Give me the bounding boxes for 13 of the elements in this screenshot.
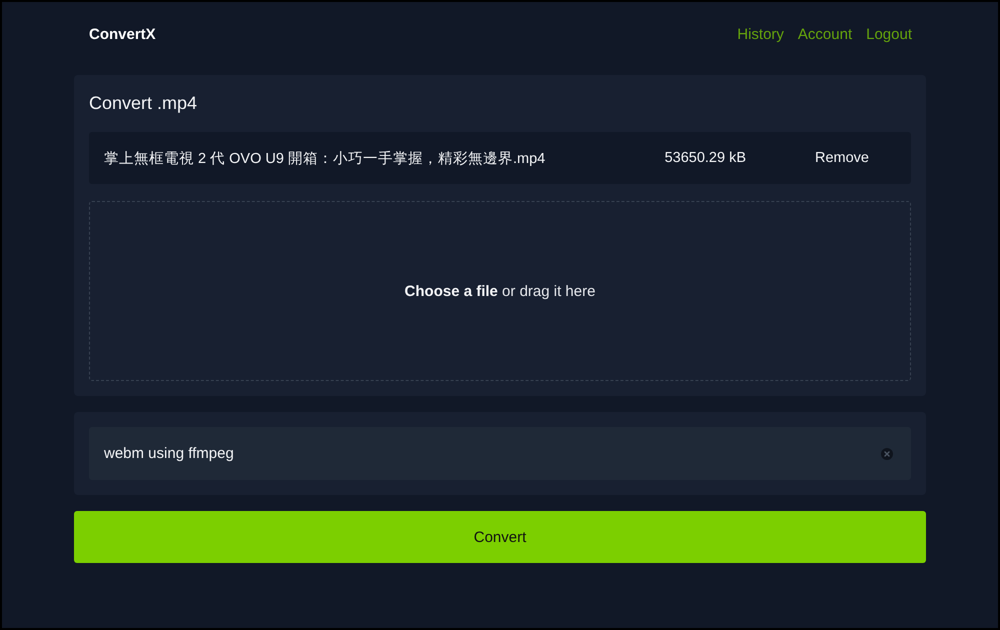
nav-link[interactable]: Logout [866, 26, 912, 42]
drop-zone-text: Choose a file or drag it here [404, 282, 596, 300]
remove-button[interactable]: Remove [801, 146, 883, 170]
clear-icon[interactable] [881, 448, 893, 460]
panel-title: Convert .mp4 [89, 92, 198, 115]
nav-link[interactable]: History [737, 26, 784, 42]
file-name: 掌上無框電視 2 代 OVO U9 開箱：小巧一手掌握，精彩無邊界.mp4 [104, 150, 546, 168]
nav-link[interactable]: Account [798, 26, 852, 42]
file-size: 53650.29 kB [664, 150, 746, 166]
converter-select[interactable]: webm using ffmpeg [89, 427, 911, 480]
app-logo[interactable]: ConvertX [89, 26, 156, 42]
convert-button[interactable]: Convert [74, 511, 926, 563]
file-drop-zone[interactable]: Choose a file or drag it here [89, 201, 911, 381]
